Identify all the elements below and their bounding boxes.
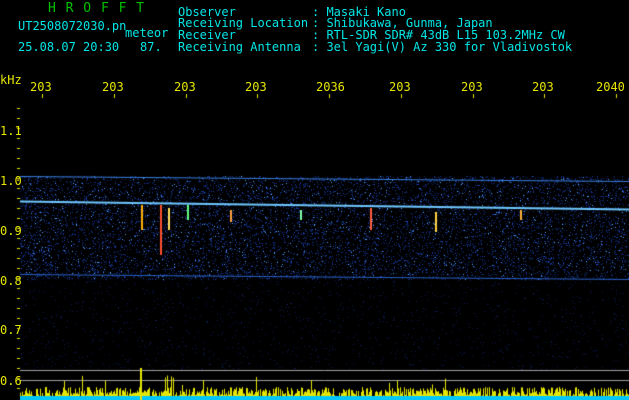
datetime-label: 25.08.07 20:30 — [18, 40, 120, 54]
y-tick: 0.7 — [0, 323, 22, 337]
x-tick: 203 — [389, 80, 411, 94]
antenna-value: : 3el Yagi(V) Az 330 for Vladivostok — [312, 40, 573, 54]
x-tick: 203 — [461, 80, 483, 94]
x-tick: 203 — [102, 80, 124, 94]
filename-label: UT2508072030.pn — [18, 19, 127, 33]
count-label: 87. — [140, 40, 162, 54]
spectrogram-canvas — [0, 0, 629, 400]
x-tick: 2036 — [316, 80, 345, 94]
x-tick: 2040 — [596, 80, 625, 94]
y-tick: 0.9 — [0, 224, 22, 238]
antenna-label: Receiving Antenna — [178, 40, 301, 54]
y-tick: 0.6 — [0, 374, 22, 388]
x-tick: 203 — [174, 80, 196, 94]
category-label: meteor — [125, 26, 169, 40]
x-tick: 203 — [30, 80, 52, 94]
brand-title: H R O F F T — [48, 1, 146, 16]
y-tick: 0.8 — [0, 274, 22, 288]
y-unit-label: kHz — [0, 73, 22, 87]
y-tick: 1.0 — [0, 174, 22, 188]
x-tick: 203 — [532, 80, 554, 94]
x-tick: 203 — [245, 80, 267, 94]
y-tick: 1.1 — [0, 124, 22, 138]
